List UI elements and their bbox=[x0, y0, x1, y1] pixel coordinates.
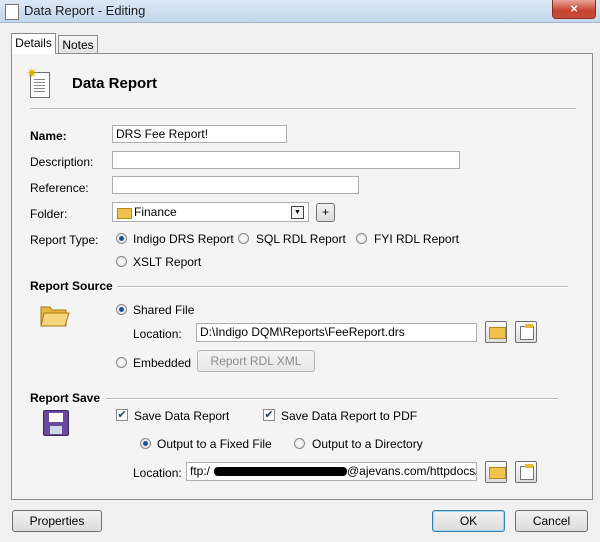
chevron-down-icon[interactable]: ▼ bbox=[291, 206, 304, 219]
source-properties-button[interactable] bbox=[515, 321, 537, 343]
title-bar: Data Report - Editing × bbox=[0, 0, 600, 23]
save-disk-icon bbox=[43, 410, 69, 436]
name-label: Name: bbox=[30, 129, 67, 143]
header-divider bbox=[30, 108, 576, 110]
radio-output-directory-label: Output to a Directory bbox=[312, 437, 423, 451]
radio-output-fixed-file[interactable] bbox=[140, 438, 151, 449]
report-save-heading: Report Save bbox=[30, 391, 101, 405]
properties-icon bbox=[520, 324, 534, 340]
radio-output-directory[interactable] bbox=[294, 438, 305, 449]
browse-source-button[interactable] bbox=[485, 321, 507, 343]
save-location-field[interactable]: ftp:/ @ajevans.com/httpdocs/fil bbox=[186, 462, 477, 481]
radio-embedded[interactable] bbox=[116, 357, 127, 368]
tab-details[interactable]: Details bbox=[11, 33, 56, 54]
description-label: Description: bbox=[30, 155, 94, 169]
report-source-divider bbox=[117, 286, 568, 288]
radio-shared-file[interactable] bbox=[116, 304, 127, 315]
cancel-button[interactable]: Cancel bbox=[515, 510, 588, 532]
checkbox-save-pdf[interactable]: ✔ bbox=[263, 409, 275, 421]
checkbox-save-data-report[interactable]: ✔ bbox=[116, 409, 128, 421]
radio-embedded-label: Embedded bbox=[133, 356, 192, 370]
open-folder-icon bbox=[489, 327, 506, 339]
page-title: Data Report bbox=[72, 75, 158, 92]
open-folder-icon bbox=[489, 467, 506, 479]
radio-shared-file-label: Shared File bbox=[133, 303, 195, 317]
app-icon bbox=[5, 4, 19, 20]
radio-fyi-rdl[interactable] bbox=[356, 233, 367, 244]
folder-select[interactable]: Finance bbox=[112, 202, 309, 222]
folder-select-value: Finance bbox=[134, 205, 177, 219]
save-location-prefix: ftp:/ bbox=[190, 464, 211, 478]
radio-xslt[interactable] bbox=[116, 256, 127, 267]
folder-label: Folder: bbox=[30, 207, 68, 221]
add-folder-button[interactable]: + bbox=[316, 203, 335, 222]
reference-field[interactable] bbox=[112, 176, 359, 194]
radio-fyi-rdl-label: FYI RDL Report bbox=[374, 232, 459, 246]
properties-icon bbox=[520, 464, 534, 480]
report-rdl-xml-button[interactable]: Report RDL XML bbox=[197, 350, 315, 372]
open-folder-icon bbox=[40, 306, 70, 327]
save-location-label: Location: bbox=[133, 466, 182, 480]
checkbox-save-data-report-label: Save Data Report bbox=[134, 409, 230, 423]
window-title: Data Report - Editing bbox=[24, 3, 146, 18]
radio-output-fixed-file-label: Output to a Fixed File bbox=[157, 437, 272, 451]
radio-sql-rdl-label: SQL RDL Report bbox=[256, 232, 346, 246]
checkbox-save-pdf-label: Save Data Report to PDF bbox=[281, 409, 418, 423]
radio-xslt-label: XSLT Report bbox=[133, 255, 202, 269]
report-type-label: Report Type: bbox=[30, 233, 99, 247]
browse-save-button[interactable] bbox=[485, 461, 507, 483]
details-panel bbox=[11, 53, 593, 500]
redaction-mark bbox=[214, 467, 347, 476]
source-location-field[interactable]: D:\Indigo DQM\Reports\FeeReport.drs bbox=[196, 323, 477, 342]
reference-label: Reference: bbox=[30, 181, 89, 195]
radio-sql-rdl[interactable] bbox=[238, 233, 249, 244]
save-location-suffix: @ajevans.com/httpdocs/fil bbox=[347, 464, 477, 478]
name-field[interactable]: DRS Fee Report! bbox=[112, 125, 287, 143]
close-button[interactable]: × bbox=[552, 0, 596, 19]
radio-indigo-drs[interactable] bbox=[116, 233, 127, 244]
source-location-label: Location: bbox=[133, 327, 182, 341]
properties-button[interactable]: Properties bbox=[12, 510, 102, 532]
report-source-heading: Report Source bbox=[30, 279, 113, 293]
tab-notes[interactable]: Notes bbox=[58, 35, 98, 54]
report-save-divider bbox=[106, 398, 558, 400]
description-field[interactable] bbox=[112, 151, 460, 169]
new-star-icon: ✷ bbox=[26, 65, 38, 81]
folder-icon bbox=[117, 208, 132, 219]
radio-indigo-drs-label: Indigo DRS Report bbox=[133, 232, 234, 246]
save-properties-button[interactable] bbox=[515, 461, 537, 483]
ok-button[interactable]: OK bbox=[432, 510, 505, 532]
